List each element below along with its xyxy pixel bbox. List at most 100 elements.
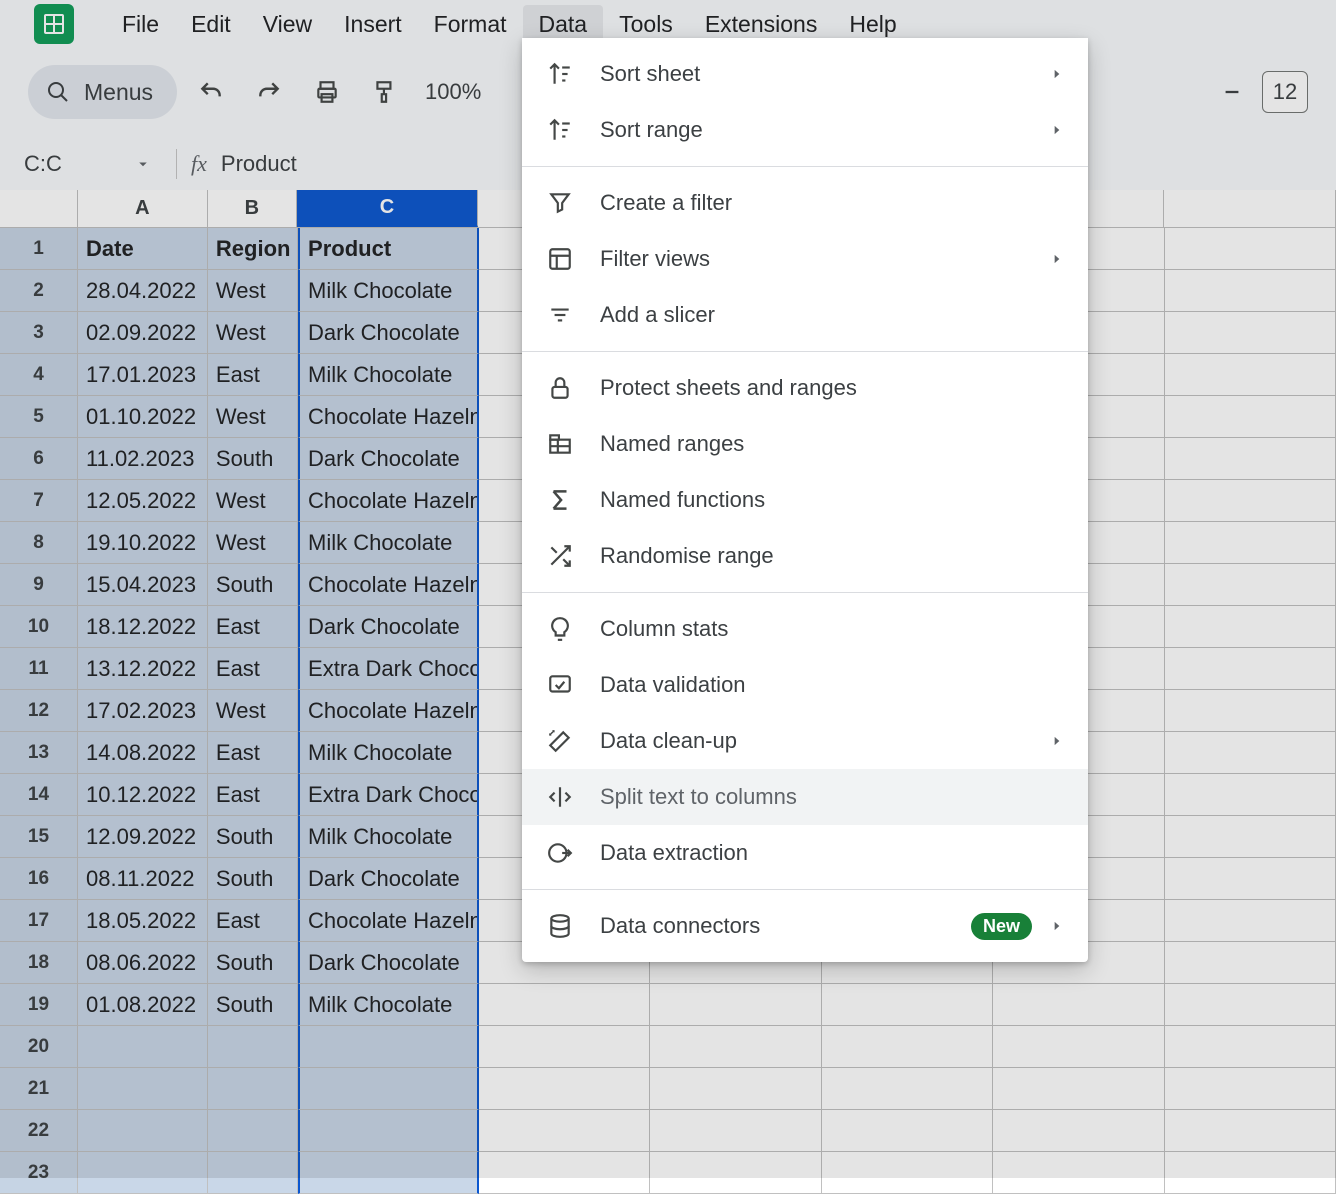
cell[interactable] (650, 1152, 821, 1194)
menu-item-randomise-range[interactable]: Randomise range (522, 528, 1088, 584)
row-header[interactable]: 14 (0, 774, 78, 816)
cell[interactable]: 19.10.2022 (78, 522, 208, 564)
cell[interactable] (1165, 942, 1336, 984)
cell[interactable]: Milk Chocolate (298, 522, 479, 564)
cell-header[interactable]: Product (298, 228, 479, 270)
data-menu-dropdown[interactable]: Sort sheetSort rangeCreate a filterFilte… (522, 38, 1088, 962)
cell[interactable]: 08.11.2022 (78, 858, 208, 900)
cell[interactable] (298, 1068, 479, 1110)
menu-item-sort-range[interactable]: Sort range (522, 102, 1088, 158)
cell[interactable]: Milk Chocolate (298, 984, 479, 1026)
cell[interactable]: 28.04.2022 (78, 270, 208, 312)
cell[interactable] (993, 1068, 1164, 1110)
sheets-logo[interactable] (28, 4, 80, 44)
menu-item-data-extraction[interactable]: Data extraction (522, 825, 1088, 881)
cell[interactable] (822, 1152, 993, 1194)
row-header[interactable]: 22 (0, 1110, 78, 1152)
cell[interactable] (1165, 564, 1336, 606)
cell[interactable] (822, 1026, 993, 1068)
menu-item-named-ranges[interactable]: Named ranges (522, 416, 1088, 472)
cell[interactable]: East (208, 900, 298, 942)
name-box[interactable]: C:C (12, 144, 162, 184)
cell[interactable] (1165, 816, 1336, 858)
cell[interactable]: South (208, 438, 298, 480)
cell[interactable] (993, 1110, 1164, 1152)
cell[interactable] (1165, 774, 1336, 816)
menu-item-split-text-to-columns[interactable]: Split text to columns (522, 769, 1088, 825)
cell[interactable] (1165, 438, 1336, 480)
menu-item-sort-sheet[interactable]: Sort sheet (522, 46, 1088, 102)
cell[interactable] (78, 1152, 208, 1194)
cell[interactable] (993, 1152, 1164, 1194)
formula-value[interactable]: Product (221, 151, 297, 177)
cell[interactable]: South (208, 942, 298, 984)
row-header[interactable]: 21 (0, 1068, 78, 1110)
cell[interactable]: Milk Chocolate (298, 270, 479, 312)
cell[interactable] (822, 1110, 993, 1152)
row-header[interactable]: 6 (0, 438, 78, 480)
cell[interactable] (1165, 354, 1336, 396)
cell[interactable]: Chocolate Hazeln (298, 900, 479, 942)
menu-item-column-stats[interactable]: Column stats (522, 601, 1088, 657)
cell[interactable] (1165, 858, 1336, 900)
cell[interactable]: Chocolate Hazeln (298, 480, 479, 522)
cell[interactable] (208, 1152, 298, 1194)
cell[interactable]: Milk Chocolate (298, 732, 479, 774)
cell[interactable]: 01.10.2022 (78, 396, 208, 438)
cell[interactable]: East (208, 732, 298, 774)
redo-button[interactable] (245, 68, 293, 116)
cell[interactable]: West (208, 690, 298, 732)
row-header[interactable]: 3 (0, 312, 78, 354)
menubar-item-file[interactable]: File (106, 5, 175, 44)
cell[interactable]: Dark Chocolate (298, 312, 479, 354)
cell[interactable] (650, 984, 821, 1026)
cell[interactable] (298, 1026, 479, 1068)
cell[interactable]: Dark Chocolate (298, 438, 479, 480)
menu-item-add-a-slicer[interactable]: Add a slicer (522, 287, 1088, 343)
row-header[interactable]: 16 (0, 858, 78, 900)
row-header[interactable]: 7 (0, 480, 78, 522)
menu-item-data-clean-up[interactable]: Data clean-up (522, 713, 1088, 769)
cell[interactable] (822, 984, 993, 1026)
cell[interactable] (1165, 732, 1336, 774)
cell[interactable]: Dark Chocolate (298, 606, 479, 648)
cell[interactable]: Chocolate Hazeln (298, 690, 479, 732)
row-header[interactable]: 8 (0, 522, 78, 564)
row-header[interactable]: 18 (0, 942, 78, 984)
row-header[interactable]: 2 (0, 270, 78, 312)
cell[interactable] (1165, 1152, 1336, 1194)
cell[interactable] (208, 1026, 298, 1068)
undo-button[interactable] (187, 68, 235, 116)
row-header[interactable]: 1 (0, 228, 78, 270)
row-header[interactable]: 4 (0, 354, 78, 396)
cell[interactable] (1165, 606, 1336, 648)
cell[interactable]: West (208, 396, 298, 438)
font-size-input[interactable]: 12 (1262, 71, 1308, 113)
cell[interactable] (1165, 984, 1336, 1026)
col-header-empty[interactable] (1164, 190, 1336, 227)
zoom-level[interactable]: 100% (419, 79, 487, 105)
cell[interactable]: West (208, 312, 298, 354)
cell-header[interactable]: Region (208, 228, 298, 270)
cell[interactable] (479, 1026, 650, 1068)
cell[interactable] (650, 1068, 821, 1110)
cell[interactable]: South (208, 858, 298, 900)
cell[interactable]: East (208, 354, 298, 396)
row-header[interactable]: 19 (0, 984, 78, 1026)
cell[interactable]: Milk Chocolate (298, 354, 479, 396)
cell[interactable]: South (208, 564, 298, 606)
cell[interactable]: 13.12.2022 (78, 648, 208, 690)
cell[interactable]: 15.04.2023 (78, 564, 208, 606)
cell[interactable] (1165, 648, 1336, 690)
cell[interactable]: South (208, 984, 298, 1026)
cell[interactable]: 17.01.2023 (78, 354, 208, 396)
cell[interactable] (1165, 480, 1336, 522)
cell[interactable] (479, 984, 650, 1026)
cell[interactable] (1165, 270, 1336, 312)
cell[interactable] (993, 1026, 1164, 1068)
cell[interactable]: 11.02.2023 (78, 438, 208, 480)
cell[interactable] (479, 1152, 650, 1194)
menu-item-protect-sheets-and-ranges[interactable]: Protect sheets and ranges (522, 360, 1088, 416)
cell[interactable] (479, 1110, 650, 1152)
cell[interactable]: Dark Chocolate (298, 942, 479, 984)
